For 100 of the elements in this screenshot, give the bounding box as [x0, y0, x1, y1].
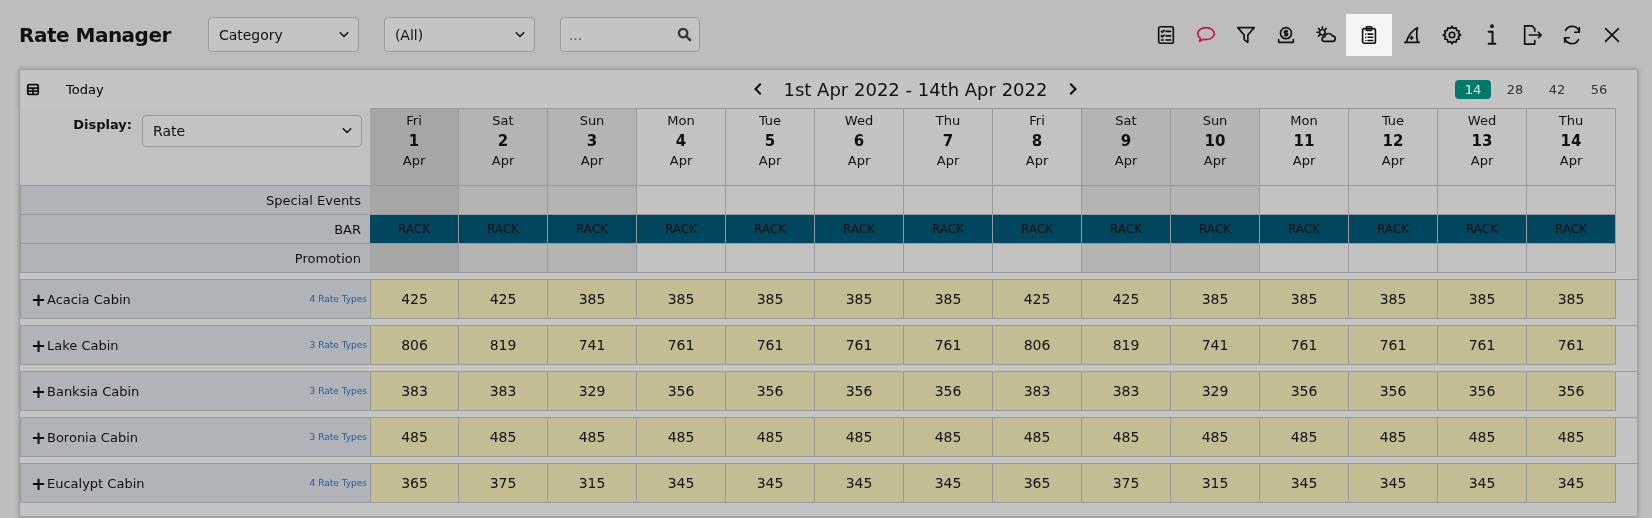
page-title: Rate Manager: [19, 22, 171, 47]
refresh-icon: [1561, 23, 1583, 46]
rate-value: 356: [637, 372, 726, 411]
rate-value: 345: [1527, 464, 1616, 503]
month-label: Apr: [1292, 152, 1316, 170]
room-name: Lake Cabin: [47, 337, 120, 353]
rate-value: 383: [1082, 372, 1171, 411]
rate-cell: RACK: [1349, 215, 1438, 244]
period-button[interactable]: 42: [1539, 79, 1575, 99]
weekday-label: Sat: [492, 112, 514, 130]
rate-value: 385: [726, 280, 815, 319]
period-button[interactable]: 56: [1581, 79, 1617, 99]
period-button[interactable]: 28: [1497, 79, 1533, 99]
rate-value: 485: [637, 418, 726, 457]
room-name: Boronia Cabin: [47, 429, 139, 445]
rate-value: 761: [1438, 326, 1527, 365]
rate-value: 365: [370, 464, 459, 503]
today-button[interactable]: Today: [66, 81, 376, 97]
dropdown[interactable]: (All): [383, 17, 535, 52]
month-label: Apr: [758, 152, 782, 170]
rate-value: 385: [548, 280, 637, 319]
month-label: Apr: [1470, 152, 1494, 170]
display-label: Display:: [73, 116, 132, 132]
rate-value: 485: [1171, 418, 1260, 457]
rate-value: 385: [1260, 280, 1349, 319]
month-label: Apr: [491, 152, 515, 170]
search-field[interactable]: ...: [559, 17, 700, 52]
rate-value: 819: [459, 326, 548, 365]
month-label: Apr: [1025, 152, 1049, 170]
month-label: Apr: [402, 152, 426, 170]
day-number: 14: [1560, 131, 1582, 151]
settings-icon: [1441, 23, 1463, 46]
rate-value: 385: [1171, 280, 1260, 319]
rate-value: 356: [1438, 372, 1527, 411]
rate-value: 425: [993, 280, 1082, 319]
info-icon: [1487, 23, 1497, 46]
rate-cell: RACK: [1260, 215, 1349, 244]
day-number: 13: [1471, 131, 1493, 151]
month-label: Apr: [847, 152, 871, 170]
rate-value: 485: [459, 418, 548, 457]
rate-value: 761: [1260, 326, 1349, 365]
day-number: 2: [497, 131, 509, 151]
day-number: 12: [1382, 131, 1404, 151]
room-name: Eucalypt Cabin: [47, 475, 146, 491]
weekday-label: Mon: [1290, 112, 1318, 130]
rate-value: 425: [370, 280, 459, 319]
rate-value: 425: [1082, 280, 1171, 319]
rate-value: 485: [1260, 418, 1349, 457]
rate-cell: RACK: [548, 215, 637, 244]
rate-cell: RACK: [1082, 215, 1171, 244]
rate-value: 385: [637, 280, 726, 319]
rate-cell: RACK: [726, 215, 815, 244]
day-number: 3: [586, 131, 598, 151]
day-number: 4: [675, 131, 687, 151]
rate-value: 485: [1527, 418, 1616, 457]
expand-toggle[interactable]: +: [31, 426, 47, 448]
month-label: Apr: [936, 152, 960, 170]
day-number: 11: [1293, 131, 1315, 151]
rate-value: 485: [993, 418, 1082, 457]
dropdown[interactable]: Category: [207, 17, 359, 52]
rate-value: 485: [1082, 418, 1171, 457]
day-number: 7: [942, 131, 954, 151]
rate-value: 375: [459, 464, 548, 503]
rate-cell: RACK: [1527, 215, 1616, 244]
expand-toggle[interactable]: +: [31, 472, 47, 494]
rate-value: 345: [1260, 464, 1349, 503]
period-button[interactable]: 14: [1455, 79, 1491, 99]
rate-value: 425: [459, 280, 548, 319]
rate-value: 329: [548, 372, 637, 411]
rate-value: 345: [904, 464, 993, 503]
rate-value: 761: [1527, 326, 1616, 365]
rate-value: 485: [904, 418, 993, 457]
day-number: 10: [1204, 131, 1226, 151]
expand-toggle[interactable]: +: [31, 380, 47, 402]
rate-value: 761: [726, 326, 815, 365]
day-number: 6: [853, 131, 865, 151]
date-range: 1st Apr 2022 - 14th Apr 2022: [783, 78, 1048, 100]
calendar-icon: [26, 82, 40, 96]
weekday-label: Fri: [1029, 112, 1045, 130]
display-dropdown[interactable]: Rate: [142, 115, 362, 147]
month-label: Apr: [669, 152, 693, 170]
logout-icon: [1521, 23, 1543, 46]
rate-cell: RACK: [1171, 215, 1260, 244]
expand-toggle[interactable]: +: [31, 288, 47, 310]
weekday-label: Sun: [579, 112, 605, 130]
rate-value: 819: [1082, 326, 1171, 365]
row-label: Special Events: [20, 186, 370, 215]
toolbar-button[interactable]: [1346, 13, 1392, 56]
weekday-label: Sun: [1202, 112, 1228, 130]
weekday-label: Wed: [1467, 112, 1497, 130]
rate-value: 385: [815, 280, 904, 319]
weekday-label: Fri: [406, 112, 422, 130]
expand-toggle[interactable]: +: [31, 334, 47, 356]
rate-value: 761: [815, 326, 904, 365]
rate-value: 356: [815, 372, 904, 411]
rate-value: 356: [1260, 372, 1349, 411]
rate-value: 365: [993, 464, 1082, 503]
weekday-label: Mon: [667, 112, 695, 130]
rate-value: 375: [1082, 464, 1171, 503]
rate-value: 345: [637, 464, 726, 503]
